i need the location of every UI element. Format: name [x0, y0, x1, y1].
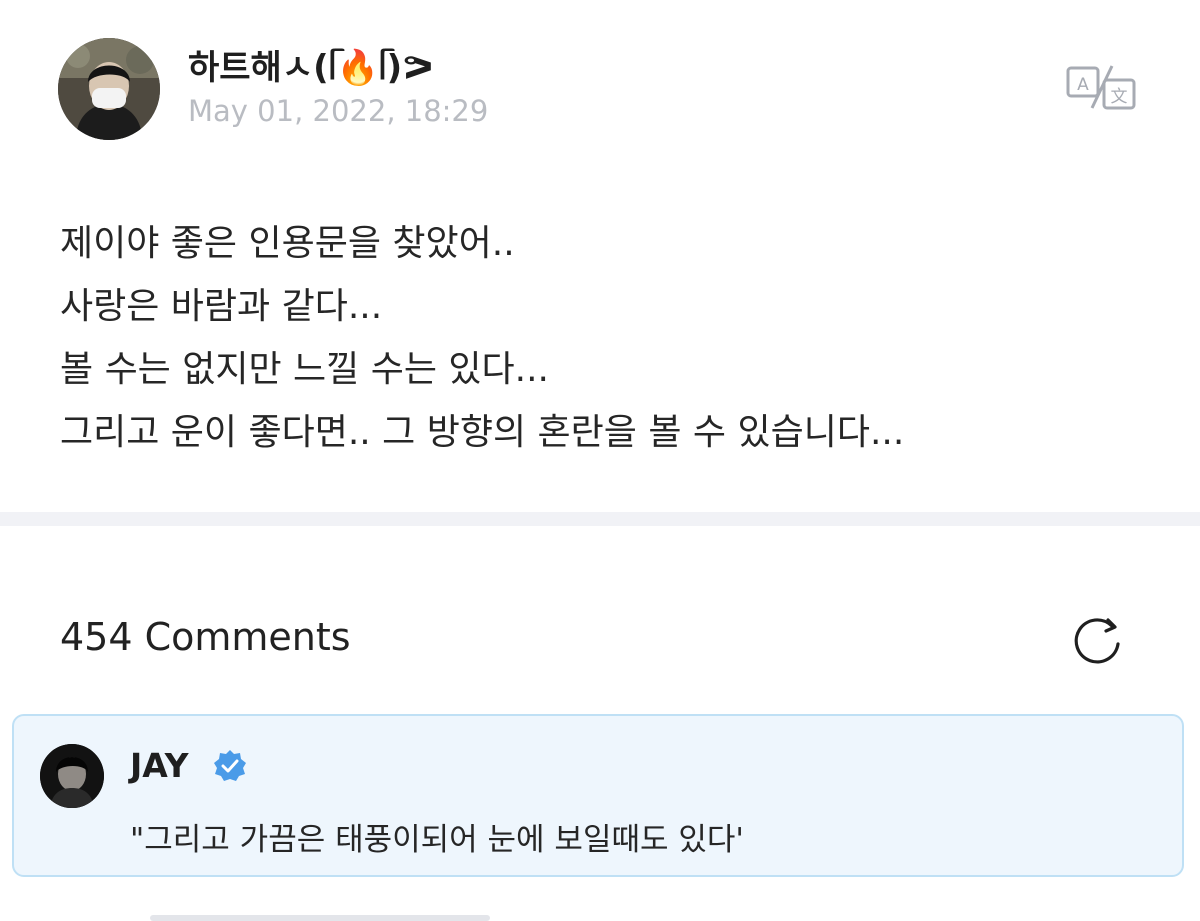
- svg-text:文: 文: [1111, 87, 1128, 107]
- verified-badge-icon: [212, 748, 248, 784]
- translate-icon: A 文: [1066, 65, 1136, 110]
- comment-avatar-image: [40, 744, 104, 808]
- next-comment-preview: [150, 915, 490, 921]
- post-header: 하트해ㅅ(ᥬ🔥ᥬ)ᕗ May 01, 2022, 18:29 A 文: [0, 0, 1200, 170]
- translate-button[interactable]: A 文: [1066, 62, 1138, 112]
- svg-text:A: A: [1077, 75, 1089, 95]
- comment-text: "그리고 가끔은 태풍이되어 눈에 보일때도 있다': [130, 822, 744, 858]
- author-avatar-image: [58, 38, 160, 140]
- comment-author-avatar[interactable]: [40, 744, 104, 808]
- comment-card[interactable]: JAY "그리고 가끔은 태풍이되어 눈에 보일때도 있다': [12, 714, 1184, 877]
- post-body-line: 사랑은 바람과 같다...: [60, 286, 383, 327]
- post-body-line: 그리고 운이 좋다면.. 그 방향의 혼란을 볼 수 있습니다...: [60, 412, 905, 453]
- post-body: 제이야 좋은 인용문을 찾았어.. 사랑은 바람과 같다... 볼 수는 없지만…: [60, 212, 1160, 464]
- section-divider: [0, 512, 1200, 526]
- refresh-button[interactable]: [1072, 614, 1130, 668]
- comments-count-title: 454 Comments: [60, 615, 351, 659]
- author-name[interactable]: 하트해ㅅ(ᥬ🔥ᥬ)ᕗ: [188, 40, 434, 89]
- post-body-line: 볼 수는 없지만 느낄 수는 있다...: [60, 349, 549, 390]
- post-body-line: 제이야 좋은 인용문을 찾았어..: [60, 223, 515, 264]
- author-avatar[interactable]: [58, 38, 160, 140]
- post-date: May 01, 2022, 18:29: [188, 94, 489, 128]
- refresh-icon: [1074, 618, 1120, 664]
- comment-author-name[interactable]: JAY: [130, 746, 189, 785]
